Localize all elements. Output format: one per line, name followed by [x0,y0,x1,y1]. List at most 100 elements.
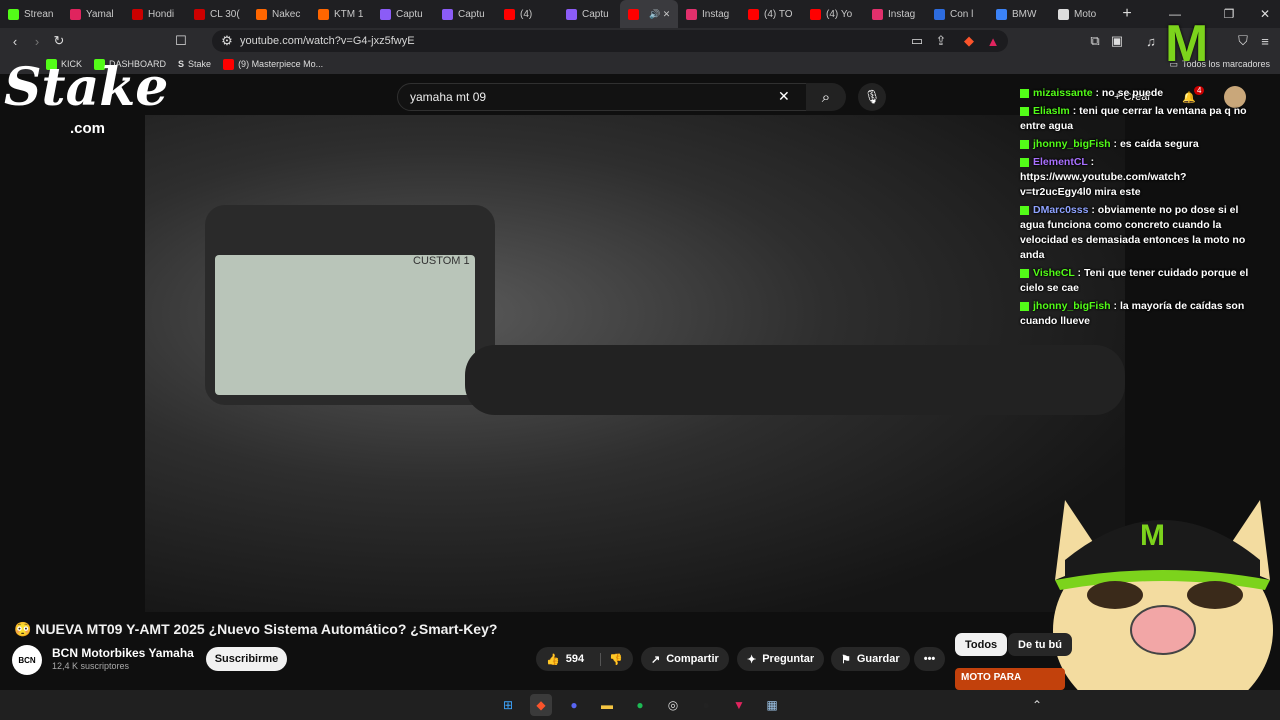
emoji-icon: 😳 [14,621,32,637]
browser-tab[interactable]: Captu [434,0,496,28]
more-actions-button[interactable]: ••• [914,647,945,671]
url-text: youtube.com/watch?v=G4-jxz5fwyE [240,35,415,47]
browser-tab[interactable]: Instag [864,0,926,28]
chat-username: EliasIm [1033,105,1070,117]
browser-tab[interactable]: (4) [496,0,558,28]
tab-label: (4) TO [764,8,793,20]
browser-tab[interactable]: Yamal [62,0,124,28]
sidebar-icon[interactable]: ▣ [1106,30,1128,52]
recommended-thumbnail[interactable]: MOTO PARA [955,668,1065,690]
like-count[interactable]: 594 [566,653,584,665]
chat-message: VisheCL : Teni que tener cuidado porque … [1020,266,1256,296]
browser-tab[interactable]: (4) Yo [802,0,864,28]
chat-separator: : [1110,300,1120,312]
youtube-icon [223,58,235,70]
like-icon[interactable]: 👍 [546,653,560,666]
reload-icon[interactable]: ↻ [48,30,70,52]
video-tft-screen [215,255,475,395]
vpn-icon[interactable]: ⛉ [1232,30,1254,52]
tab-favicon-icon [566,8,577,20]
save-button[interactable]: ⚑ Guardar [831,647,910,671]
search-button[interactable]: ⌕ [806,83,846,111]
browser-tab[interactable]: BMW [988,0,1050,28]
browser-tab[interactable]: Captu [372,0,434,28]
channel-avatar[interactable]: BCN [12,645,42,675]
tab-favicon-icon [8,8,19,20]
browser-tab[interactable]: KTM 1 [310,0,372,28]
kick-badge-icon [1020,301,1029,311]
obs-icon[interactable]: ● [695,694,717,716]
forward-icon[interactable]: › [26,30,48,52]
bookmark-save-icon: ⚑ [841,653,851,666]
tab-favicon-icon [70,8,81,20]
clear-search-icon[interactable]: ✕ [778,88,790,105]
chat-message: jhonny_bigFish : la mayoría de caídas so… [1020,299,1256,329]
browser-tab[interactable]: Hondi [124,0,186,28]
sparkle-icon: ✦ [747,653,757,666]
tab-label: Captu [458,8,485,20]
tab-label: Strean [24,8,54,20]
file-explorer-icon[interactable]: ▬ [596,694,618,716]
site-settings-icon[interactable]: ⚙ [216,30,238,52]
tab-favicon-icon [132,8,143,20]
video-player[interactable]: CUSTOM 1 [145,115,1125,612]
brave-rewards-icon[interactable]: ▲ [982,30,1004,52]
tab-label: Instag [888,8,916,20]
browser-tab[interactable]: Strean [0,0,62,28]
discord-icon[interactable]: ● [563,694,585,716]
bookmark-stake[interactable]: S Stake [178,59,211,69]
spotify-icon[interactable]: ● [629,694,651,716]
kick-badge-icon [1020,139,1029,149]
windows-start-icon[interactable]: ⊞ [497,694,519,716]
brave-shield-icon[interactable]: ◆ [958,30,980,52]
tab-audio-close-icon[interactable]: 🔊 ✕ [649,9,670,20]
bookmark-masterpiece[interactable]: (9) Masterpiece Mo... [223,58,323,70]
steam-icon[interactable]: ◎ [662,694,684,716]
chip-all[interactable]: Todos [955,633,1008,656]
tab-favicon-icon [194,8,205,20]
browser-tab[interactable]: Instag [678,0,740,28]
share-button[interactable]: ↗ Compartir [641,647,729,671]
browser-tab[interactable]: CL 30( [186,0,248,28]
tab-favicon-icon [872,8,883,20]
chat-username: ElementCL [1033,156,1088,168]
calculator-icon[interactable]: ▦ [761,694,783,716]
dislike-icon[interactable]: 👎 [600,652,623,666]
chat-text: https://www.youtube.com/watch?v=tr2ucEgy… [1020,171,1187,198]
channel-name[interactable]: BCN Motorbikes Yamaha [52,646,194,660]
tab-favicon-icon [628,8,639,20]
kick-badge-icon [1020,268,1029,278]
tab-label: Hondi [148,8,175,20]
cast-icon[interactable]: ▭ [906,30,928,52]
ask-button[interactable]: ✦ Preguntar [737,647,825,671]
tray-chevron-icon[interactable]: ⌃ [1026,694,1048,716]
kick-badge-icon [1020,205,1029,215]
chip-from-search[interactable]: De tu bú [1008,633,1072,656]
browser-tab[interactable]: (4) TO [740,0,802,28]
browser-tab[interactable]: Captu [558,0,620,28]
browser-tab[interactable]: Moto [1050,0,1112,28]
share-icon[interactable]: ⇪ [930,30,952,52]
stake-logo: Stake [4,57,169,118]
bookmark-icon[interactable]: ☐ [170,30,192,52]
share-icon: ↗ [651,653,661,666]
extensions-icon[interactable]: ⧉ [1084,30,1106,52]
new-tab-icon[interactable]: + [1112,5,1142,23]
cat-mascot-illustration: M [1053,500,1273,720]
valorant-icon[interactable]: ▼ [728,694,750,716]
voice-search-button[interactable]: 🎙 [858,83,886,111]
brave-browser-icon[interactable]: ◆ [530,694,552,716]
browser-tab[interactable]: Con l [926,0,988,28]
close-window-icon[interactable]: ✕ [1250,0,1280,28]
search-input[interactable]: yamaha mt 09 [397,83,807,111]
address-bar[interactable]: youtube.com/watch?v=G4-jxz5fwyE [212,30,1008,52]
browser-tab[interactable]: Nakec [248,0,310,28]
chat-message: ElementCL : https://www.youtube.com/watc… [1020,155,1256,200]
tab-label: Nakec [272,8,301,20]
subscribe-button[interactable]: Suscribirme [206,647,287,671]
menu-icon[interactable]: ≡ [1254,30,1276,52]
back-icon[interactable]: ‹ [4,30,26,52]
media-icon[interactable]: ♫ [1140,30,1162,52]
tab-favicon-icon [748,8,759,20]
browser-tab[interactable]: 🔊 ✕ [620,0,678,28]
